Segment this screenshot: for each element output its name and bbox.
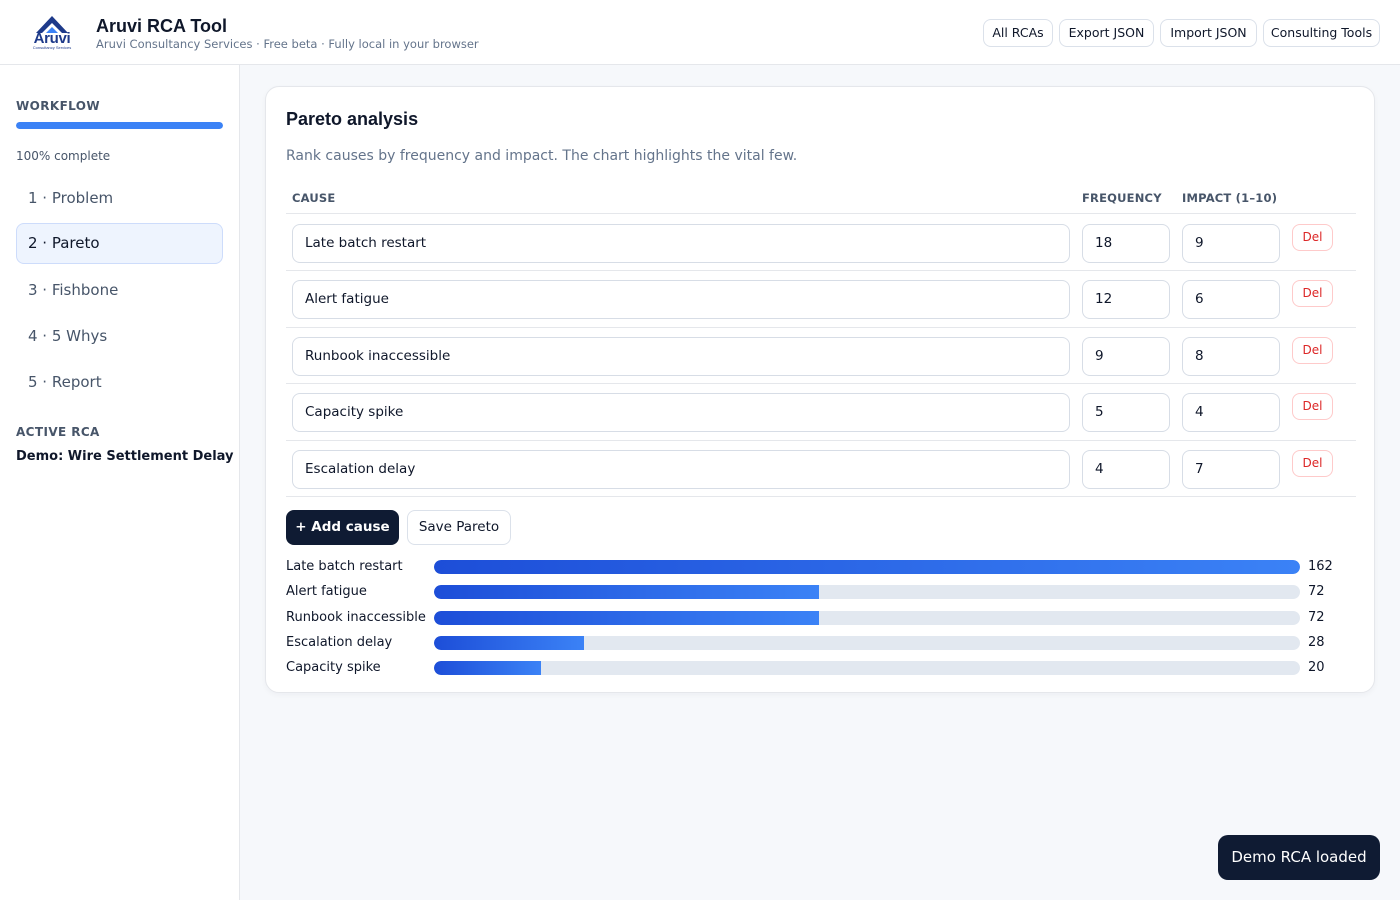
workflow-heading: WORKFLOW: [16, 99, 101, 113]
pareto-bar-track: [434, 560, 1300, 574]
import-json-button[interactable]: Import JSON: [1160, 19, 1257, 47]
pareto-bar: [434, 661, 541, 675]
pareto-bar-row: Escalation delay 28: [286, 635, 1346, 650]
pareto-bar-label: Capacity spike: [286, 660, 381, 675]
pareto-bar: [434, 585, 819, 599]
pareto-bar-label: Alert fatigue: [286, 584, 367, 599]
workflow-progress-fill: [16, 122, 223, 129]
workflow-progress-bar: [16, 122, 223, 129]
pareto-bar-value: 72: [1308, 584, 1325, 599]
step-fishbone[interactable]: 3 · Fishbone: [16, 270, 223, 311]
pareto-bar-value: 28: [1308, 635, 1325, 650]
pareto-bar-value: 162: [1308, 559, 1333, 574]
pareto-bar: [434, 636, 584, 650]
pareto-bar-row: Capacity spike 20: [286, 660, 1346, 675]
pareto-bar-value: 72: [1308, 610, 1325, 625]
pareto-bar-track: [434, 611, 1300, 625]
all-rcas-button[interactable]: All RCAs: [983, 19, 1053, 47]
pareto-bar-value: 20: [1308, 660, 1325, 675]
step-five-whys[interactable]: 4 · 5 Whys: [16, 316, 223, 357]
workflow-progress-text: 100% complete: [16, 149, 111, 163]
pareto-card: Pareto analysis Rank causes by frequency…: [265, 86, 1375, 693]
app-title: Aruvi RCA Tool: [96, 16, 227, 36]
logo-wordmark: Aruvi: [33, 30, 71, 47]
active-rca-heading: ACTIVE RCA: [16, 425, 100, 439]
pareto-bar-row: Late batch restart 162: [286, 559, 1346, 574]
pareto-bar-label: Escalation delay: [286, 635, 393, 650]
step-report[interactable]: 5 · Report: [16, 362, 223, 403]
active-rca-name[interactable]: Demo: Wire Settlement Delay: [16, 449, 234, 465]
consulting-tools-button[interactable]: Consulting Tools: [1263, 19, 1380, 47]
pareto-bar: [434, 611, 819, 625]
sidebar: WORKFLOW 100% complete 1 · Problem 2 · P…: [0, 65, 240, 900]
pareto-bar: [434, 560, 1300, 574]
pareto-chart: Late batch restart 162 Alert fatigue 72 Runb…: [266, 87, 1376, 694]
app-header: Aruvi Consultancy Services Aruvi RCA Too…: [0, 0, 1400, 65]
aruvi-logo: Aruvi Consultancy Services: [27, 14, 77, 50]
pareto-bar-track: [434, 585, 1300, 599]
app-subtitle: Aruvi Consultancy Services · Free beta ·…: [96, 37, 479, 51]
export-json-button[interactable]: Export JSON: [1059, 19, 1154, 47]
pareto-bar-label: Late batch restart: [286, 559, 403, 574]
toast-notification: Demo RCA loaded: [1218, 835, 1380, 880]
step-pareto[interactable]: 2 · Pareto: [16, 223, 223, 264]
pareto-bar-track: [434, 636, 1300, 650]
pareto-bar-label: Runbook inaccessible: [286, 610, 426, 625]
pareto-bar-track: [434, 661, 1300, 675]
pareto-bar-row: Runbook inaccessible 72: [286, 610, 1346, 625]
step-problem[interactable]: 1 · Problem: [16, 178, 223, 219]
logo-tagline: Consultancy Services: [32, 45, 72, 50]
pareto-bar-row: Alert fatigue 72: [286, 584, 1346, 599]
